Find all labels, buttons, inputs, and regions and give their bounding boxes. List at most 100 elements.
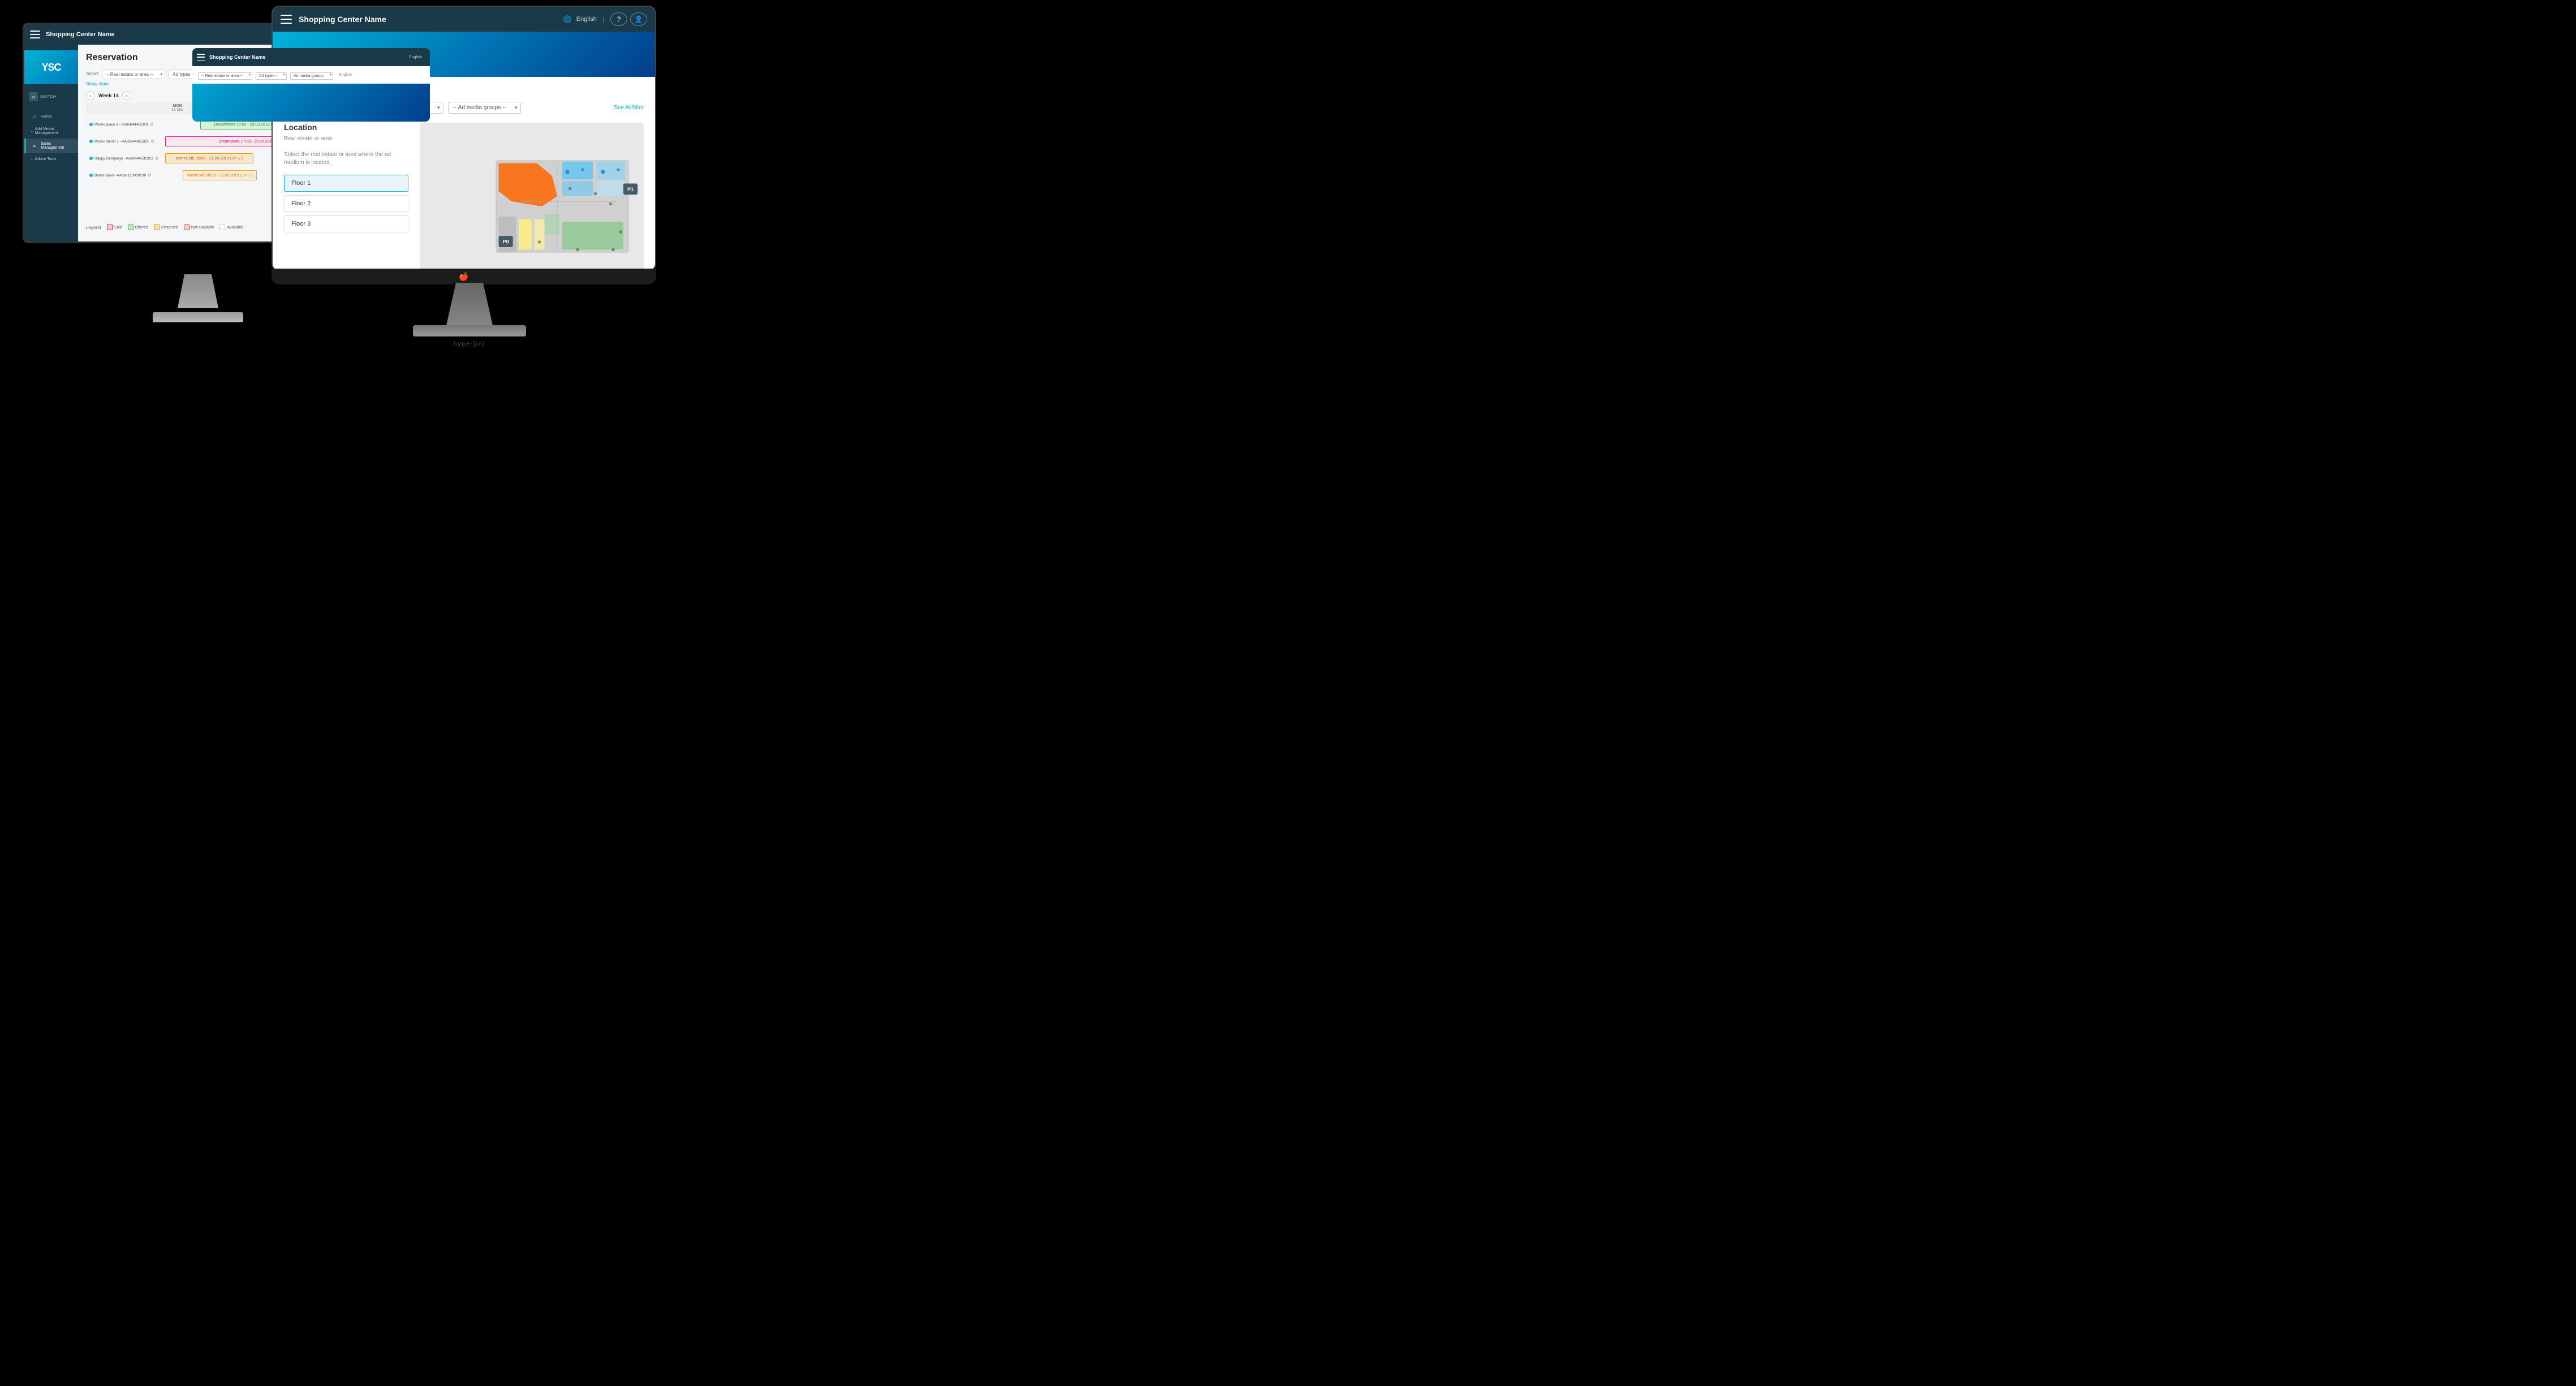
sales-label: Sales Management [41,142,74,150]
tablet-device: Shopping Center Name English -- Real est… [192,48,430,122]
row-label-3: Happy Campaign - AAdsh44532321 ⚙ [86,155,165,162]
home-icon: ⌂ [31,113,38,120]
tablet-topbar: Shopping Center Name English [192,48,430,66]
row-dot-4 [89,174,93,177]
tablet-ad-media-wrap: Ad media groups [290,70,333,80]
real-estate-select[interactable]: -- Real estate or area -- [102,70,165,79]
floor-map: 1 [420,123,644,270]
real-estate-filter-wrap: -- Real estate or area -- [102,68,165,79]
legend-not-available-text: Not available [191,226,214,230]
row-dot-1 [89,123,93,126]
row-label-1: Promo place 1 - AAdsb44452101 ⚙ [86,121,165,128]
prev-week-button[interactable]: ‹ [86,91,95,100]
tablet-title: Shopping Center Name [209,54,409,60]
floor-1-item[interactable]: Floor 1 [284,175,408,192]
legend-not-available-box [184,224,189,230]
sidebar-item-sales[interactable]: ≡ Sales Management [24,139,78,153]
legend-offered: Offered [128,224,148,230]
legend-reserved-box [154,224,160,230]
row-name-1: Promo place 1 - AAdsb44452101 [94,123,148,127]
sidebar-item-add-media[interactable]: + Add Media Management [24,124,78,139]
right-topnav: Shopping Center Name 🌐 English | ? 👤 [273,7,655,32]
tablet-ad-media-select[interactable]: Ad media groups [290,72,333,80]
brand-text: hyper[in] [454,341,485,347]
row-name-3: Happy Campaign - AAdsh44532321 [94,157,153,161]
legend-available-text: Available [227,226,243,230]
location-title: Location [284,123,408,132]
right-hamburger-icon[interactable] [281,15,292,24]
see-all-filter-link[interactable]: See All/filter [614,105,644,111]
map-panel: 1 [420,123,644,270]
row-name-2: Promo Berlin 1 - AAdsb44453321 [94,140,149,144]
home-label: Home [41,115,52,119]
gear-icon-3[interactable]: ⚙ [155,156,158,161]
location-subtitle: Real estate or area [284,135,408,143]
svg-text:P1: P1 [627,187,634,192]
tablet-ad-types-wrap: Ad types - [256,70,287,80]
sidebar-switch[interactable]: ⇄ SWITCH [24,90,78,103]
tablet-hamburger-icon[interactable] [197,54,205,61]
svg-text:P0: P0 [503,239,509,245]
gear-icon-1[interactable]: ⚙ [150,122,153,127]
right-monitor-base [413,325,526,336]
floor-3-label: Floor 3 [291,221,311,227]
gear-icon-2[interactable]: ⚙ [150,139,154,144]
right-language: English [576,16,597,23]
brand-label: hyper[in] [454,341,485,347]
row-label-2: Promo Berlin 1 - AAdsb44453321 ⚙ [86,138,165,145]
right-help-icon[interactable]: ? [610,12,627,26]
sidebar-logo: YSC [24,50,78,84]
legend-not-available: Not available [184,224,214,230]
legend-sold-text: Sold [114,226,122,230]
header-mon: MON 18 Mar [165,102,190,114]
apple-logo-icon: 🍎 [459,272,468,282]
tablet-real-estate-select[interactable]: -- Real estate or area -- [198,72,252,80]
legend-offered-text: Offered [135,226,148,230]
floor-2-label: Floor 2 [291,200,311,207]
floor-3-item[interactable]: Floor 3 [284,215,408,232]
legend-available: Available [219,224,243,230]
reservation-title: Reservation [86,53,138,63]
sidebar-item-admin[interactable]: + Admin Tools [24,153,78,165]
tablet-filterbar: -- Real estate or area -- Ad types - Ad … [192,66,430,84]
row-dot-3 [89,157,93,160]
next-week-button[interactable]: › [122,91,131,100]
week-label: Week 14 [98,93,119,98]
right-app-title: Shopping Center Name [299,15,563,24]
right-monitor-stand [436,283,503,328]
legend-sold-box [107,224,113,230]
right-ad-media-select[interactable]: -- Ad media groups -- [448,102,521,114]
sales-icon: ≡ [31,142,38,150]
right-app-screen: Shopping Center Name 🌐 English | ? 👤 Ad … [273,7,655,270]
legend-reserved-text: Reserved [161,226,178,230]
floor-list: Floor 1 Floor 2 Floor 3 [284,175,408,232]
switch-label: SWITCH [40,95,56,99]
right-two-column-layout: Location Real estate or area Select the … [284,123,644,270]
right-globe-icon: 🌐 [563,15,572,23]
left-sidebar: YSC ⇄ SWITCH ⌂ Home + Add Media Manageme… [24,45,78,241]
hamburger-menu-icon[interactable] [30,31,40,38]
switch-icon: ⇄ [29,92,38,101]
tablet-english-label: English [339,73,352,77]
legend-offered-box [128,224,133,230]
floor-2-item[interactable]: Floor 2 [284,195,408,212]
plus-icon: + [31,129,33,134]
left-monitor-base [153,312,243,322]
tablet-language: English [409,55,422,59]
location-description: Select the real estate or area where the… [284,151,408,167]
booking-bar-3[interactable]: AcmeCME 10:03 - 21.03.2019 ( 0 / 1 ) [165,153,253,163]
sidebar-item-home[interactable]: ⌂ Home [24,109,78,124]
separator: | [602,15,604,23]
imac-chin: 🍎 [272,269,656,284]
legend-label: Legend [86,225,101,230]
left-app-title: Shopping Center Name [46,31,285,38]
gear-icon-4[interactable]: ⚙ [148,173,151,178]
logo-text: YSC [41,62,61,74]
right-user-icon[interactable]: 👤 [630,12,647,26]
plus-icon2: + [31,157,33,162]
row-dot-2 [89,140,93,143]
floor-1-label: Floor 1 [291,180,311,187]
floor-plan-svg: P0 P1 [420,123,644,270]
booking-bar-4[interactable]: Nordic Me 18:03 - 22.03.2019 ( 0 / 1 ) [183,170,257,180]
tablet-ad-types-select[interactable]: Ad types - [256,72,287,80]
